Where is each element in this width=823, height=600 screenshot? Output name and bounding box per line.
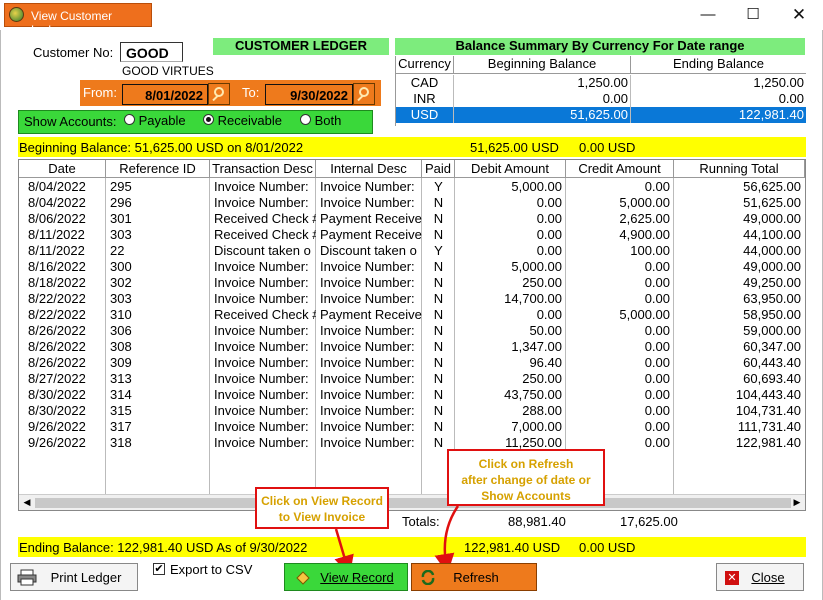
refresh-button[interactable]: Refresh <box>411 563 537 591</box>
view-record-button[interactable]: View Record <box>284 563 408 591</box>
export-csv-checkbox[interactable]: ✔ <box>153 563 165 575</box>
refresh-icon <box>420 569 436 586</box>
callout-arrows <box>334 505 460 576</box>
refresh-arrow <box>434 505 460 574</box>
export-csv-label: Export to CSV <box>170 562 253 577</box>
close-x-icon: ✕ <box>725 571 739 585</box>
view-record-icon <box>295 570 311 585</box>
close-button[interactable]: ✕ Close <box>716 563 804 591</box>
printer-icon <box>17 569 37 586</box>
print-ledger-button[interactable]: Print Ledger <box>10 563 138 591</box>
view-record-arrow <box>334 528 354 576</box>
